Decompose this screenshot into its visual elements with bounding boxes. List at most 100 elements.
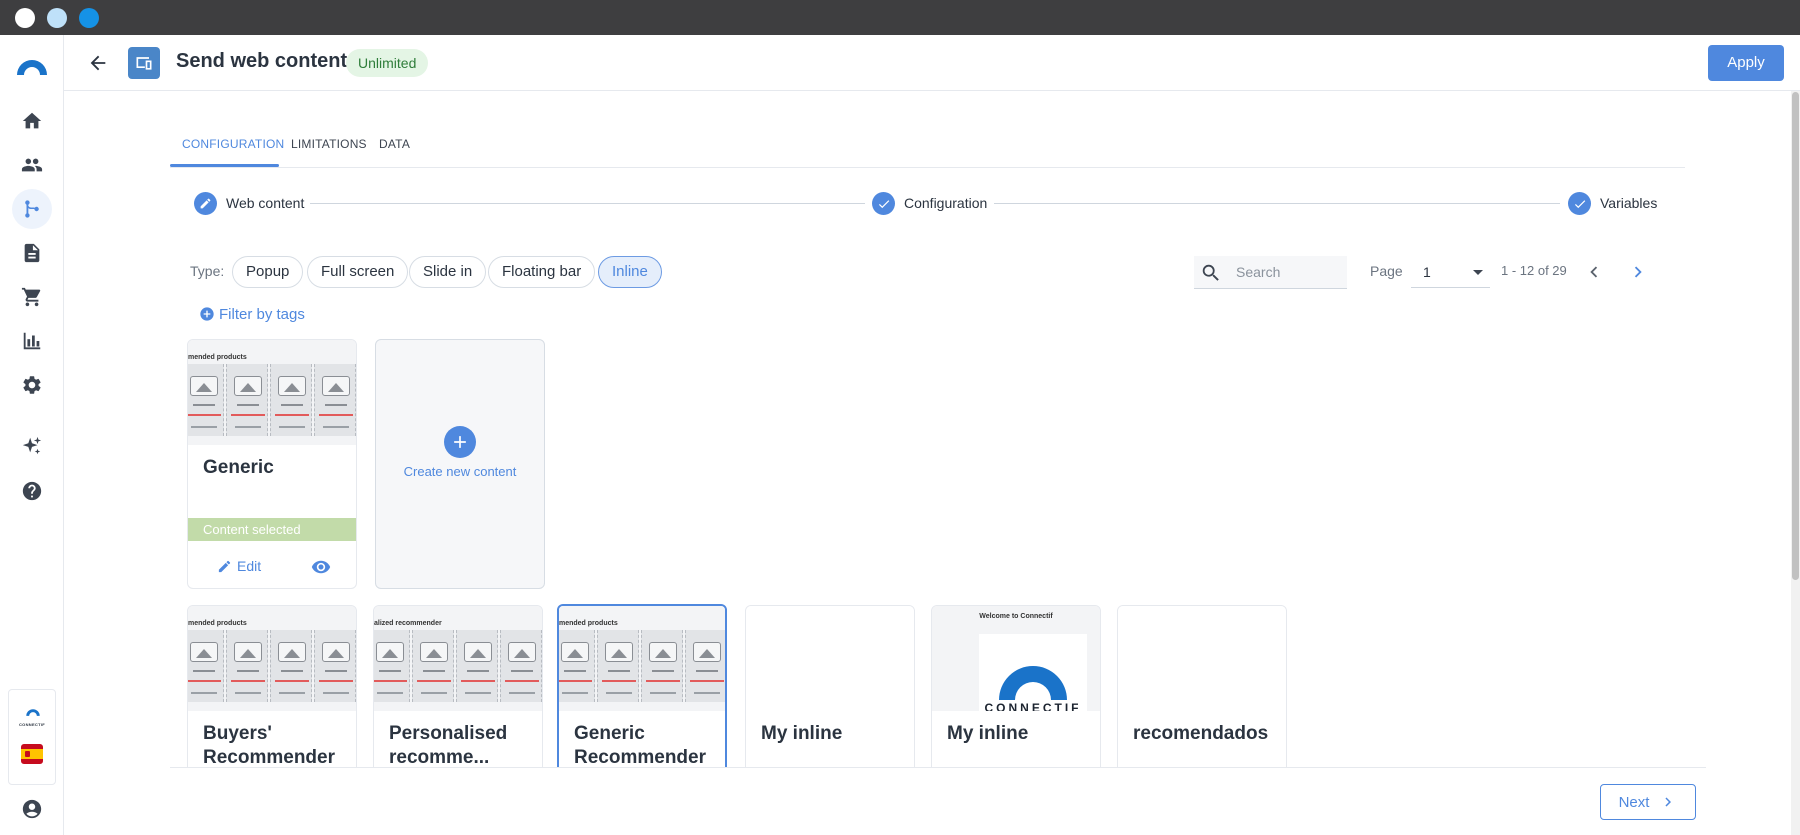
type-chip-floating-bar[interactable]: Floating bar: [488, 256, 596, 288]
check-icon: [878, 199, 889, 208]
step-label-variables: Variables: [1600, 195, 1658, 211]
card-thumbnail: Welcome to Connectif CONNECTIF: [932, 606, 1100, 711]
card-title: Generic Recommender: [203, 457, 335, 482]
home-icon: [22, 112, 42, 129]
connectif-logo-icon[interactable]: [14, 49, 50, 85]
eye-icon: [311, 560, 331, 574]
cart-icon: [21, 287, 41, 307]
pencil-icon: [200, 198, 211, 209]
content-card[interactable]: My inline: [745, 605, 915, 775]
sidebar-item-content[interactable]: [12, 233, 52, 273]
gear-icon: [23, 376, 41, 394]
type-chip-popup[interactable]: Popup: [232, 256, 304, 288]
thumbnail-products: [374, 630, 542, 702]
step-configuration[interactable]: [872, 192, 895, 215]
account-icon: [22, 799, 42, 819]
type-chip-full-screen[interactable]: Full screen: [307, 256, 409, 288]
page-select[interactable]: 1: [1411, 256, 1490, 288]
stepper-line: [310, 203, 865, 204]
card-title: Generic Recommender: [574, 723, 706, 768]
preview-button[interactable]: [309, 557, 333, 577]
card-thumbnail: alized recommender: [374, 606, 542, 711]
chevron-left-icon: [1590, 266, 1598, 278]
thumbnail-products: [559, 630, 725, 702]
card-thumbnail: mended products: [188, 606, 356, 711]
content-card[interactable]: Welcome to Connectif CONNECTIF My inline: [931, 605, 1101, 775]
page-footer: [170, 767, 1706, 835]
sidebar-item-settings[interactable]: [12, 365, 52, 405]
window-titlebar: [0, 0, 1800, 35]
step-label-configuration: Configuration: [904, 195, 988, 211]
thumbnail-title: Welcome to Connectif: [979, 613, 1053, 620]
step-variables[interactable]: [1568, 192, 1591, 215]
next-label: Next: [1618, 793, 1650, 811]
page-select-value: 1: [1423, 264, 1431, 280]
window-minimize-dot[interactable]: [47, 8, 67, 28]
card-title: My inline: [761, 723, 843, 744]
card-title: recomendados: [1133, 723, 1269, 744]
tab-limitations[interactable]: LIMITATIONS: [291, 137, 367, 151]
type-chip-inline[interactable]: Inline: [598, 256, 662, 288]
back-button[interactable]: [82, 47, 114, 79]
flag-spain-icon[interactable]: [21, 744, 43, 764]
content-card[interactable]: alized recommender Personalised recomme.…: [373, 605, 543, 775]
create-content-label: Create new content: [403, 464, 517, 479]
filter-by-tags-link[interactable]: Filter by tags: [199, 304, 305, 324]
content-card-highlighted[interactable]: mended products Generic Recommender: [557, 604, 727, 776]
window-maximize-dot[interactable]: [79, 8, 99, 28]
search-input[interactable]: [1236, 262, 1341, 282]
card-thumbnail-blank: [1118, 606, 1286, 711]
sidebar-item-home[interactable]: [12, 101, 52, 141]
scrollbar-thumb[interactable]: [1792, 92, 1799, 580]
selected-content-card[interactable]: mended products Generic Recommender Cont…: [187, 339, 357, 589]
card-actions: Edit: [188, 552, 356, 582]
status-badge: Unlimited: [346, 49, 429, 77]
thumbnail-brand-text: CONNECTIF: [984, 701, 1082, 711]
connectif-small-logo-icon: [26, 709, 40, 716]
edit-label: Edit: [237, 558, 262, 574]
content-selected-banner: Content selected: [188, 518, 356, 541]
tab-data[interactable]: DATA: [379, 137, 410, 151]
sidebar-item-account[interactable]: [12, 789, 52, 829]
card-title: Buyers' Recommender: [203, 723, 335, 768]
page-header: Send web content Unlimited Apply: [64, 35, 1800, 91]
sidebar-item-contacts[interactable]: [12, 145, 52, 185]
apply-button[interactable]: Apply: [1708, 45, 1784, 81]
filter-by-tags-label: Filter by tags: [219, 305, 305, 323]
sidebar: CONNECTIF: [0, 35, 64, 835]
tab-configuration[interactable]: CONFIGURATION: [182, 137, 284, 151]
step-web-content[interactable]: [194, 192, 217, 215]
prev-page-button[interactable]: [1580, 258, 1608, 286]
sidebar-item-help[interactable]: [12, 471, 52, 511]
type-chip-slide-in[interactable]: Slide in: [409, 256, 487, 288]
tab-bar: CONFIGURATION LIMITATIONS DATA: [170, 126, 1685, 168]
caret-down-icon: [1473, 270, 1483, 275]
thumbnail-products: [188, 630, 356, 702]
sidebar-item-workflows[interactable]: [12, 189, 52, 229]
branch-icon: [25, 200, 39, 218]
web-content-icon: [128, 47, 160, 79]
sidebar-item-reports[interactable]: [12, 321, 52, 361]
people-icon: [21, 158, 43, 172]
pagination-range: 1 - 12 of 29: [1501, 263, 1567, 278]
content-card[interactable]: mended products Buyers' Recommender: [187, 605, 357, 775]
card-thumbnail: mended products: [188, 340, 356, 445]
connectif-logo-thumbnail: CONNECTIF: [979, 634, 1087, 711]
page-label: Page: [1370, 263, 1403, 279]
type-label: Type:: [190, 263, 225, 279]
sidebar-item-store[interactable]: [12, 277, 52, 317]
thumbnail-title: mended products: [188, 620, 247, 627]
next-page-button[interactable]: [1624, 258, 1652, 286]
add-circle-icon: [200, 307, 214, 321]
sidebar-item-ai-assistant[interactable]: [12, 426, 52, 466]
sidebar-brand-box: CONNECTIF: [8, 689, 56, 785]
thumbnail-title: alized recommender: [374, 620, 442, 627]
create-content-card[interactable]: Create new content: [375, 339, 545, 589]
search-field: [1194, 256, 1347, 289]
edit-button[interactable]: Edit: [217, 558, 261, 574]
bar-chart-icon: [23, 332, 41, 350]
page-title: Send web content: [176, 50, 348, 72]
content-card[interactable]: recomendados: [1117, 605, 1287, 775]
window-close-dot[interactable]: [15, 8, 35, 28]
next-button[interactable]: Next: [1600, 784, 1696, 820]
